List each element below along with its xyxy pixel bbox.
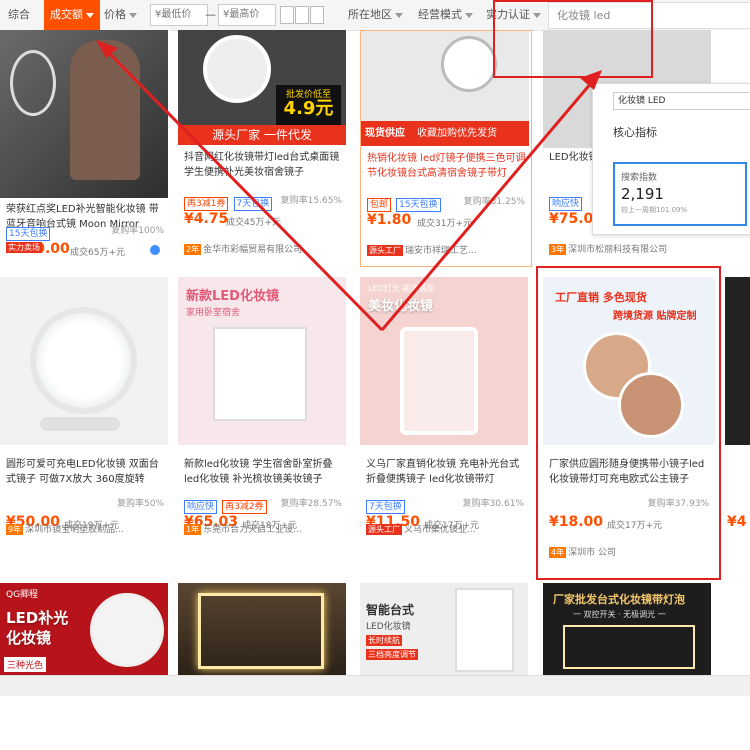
arrow-line [104, 48, 384, 332]
annotation-arrows [96, 40, 602, 332]
arrowhead [580, 70, 602, 90]
arrowhead [96, 40, 118, 58]
arrow-line [380, 81, 594, 331]
